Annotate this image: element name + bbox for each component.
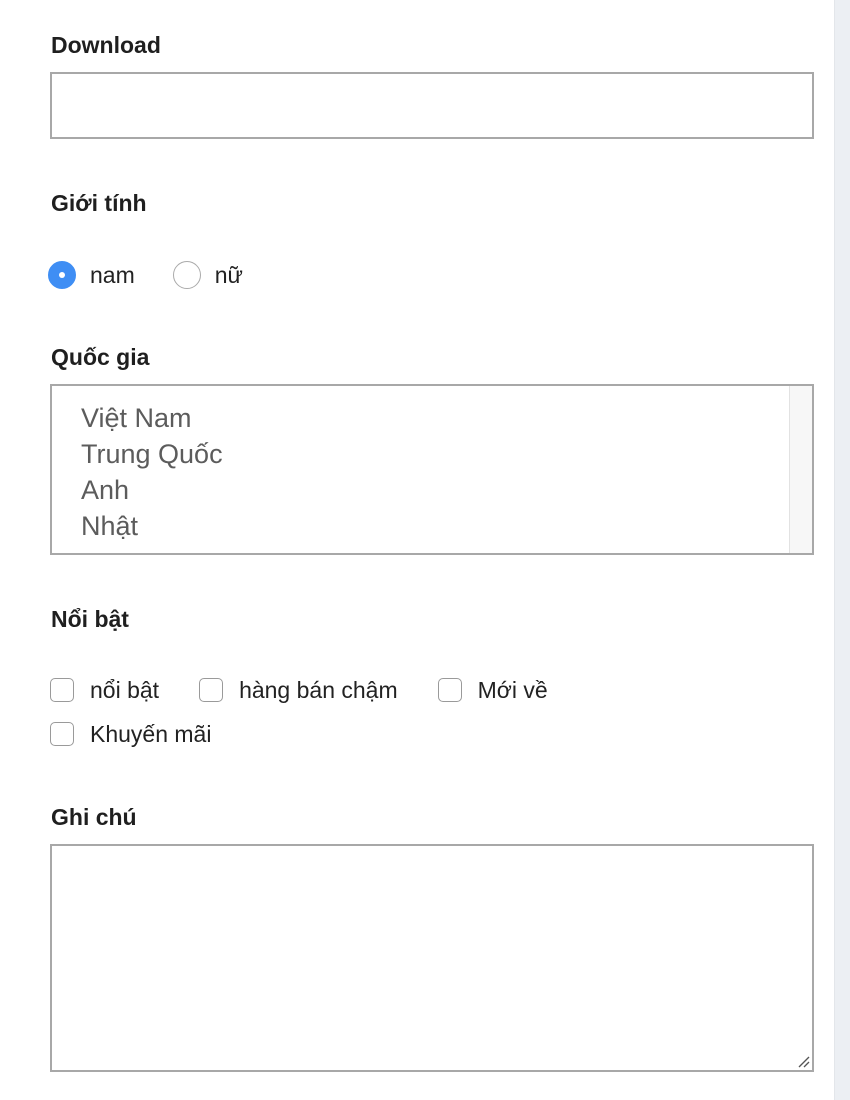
checkbox-option-featured[interactable]: nổi bật — [50, 677, 159, 704]
checkbox-option-new-arrival[interactable]: Mới về — [437, 676, 548, 704]
featured-checkbox-group: nổi bật hàng bán chậm Mới về Khuyến mãi — [50, 672, 750, 760]
country-option[interactable]: Trung Quốc — [81, 436, 812, 472]
radio-option-female[interactable]: nữ — [172, 261, 243, 289]
country-select[interactable]: Việt Nam Trung Quốc Anh Nhật — [50, 384, 814, 555]
country-option[interactable]: Anh — [81, 472, 812, 508]
country-select-scrollbar[interactable] — [789, 386, 812, 553]
country-label: Quốc gia — [51, 344, 150, 370]
resize-handle-icon[interactable] — [796, 1054, 810, 1068]
checkbox-featured[interactable] — [50, 678, 74, 702]
download-input[interactable] — [50, 72, 814, 139]
checkbox-featured-label: nổi bật — [90, 676, 160, 703]
notes-label: Ghi chú — [51, 804, 137, 830]
radio-female[interactable] — [172, 261, 201, 289]
checkbox-option-promotion[interactable]: Khuyến mãi — [50, 721, 211, 748]
checkbox-new-arrival-label: Mới về — [477, 676, 548, 703]
checkbox-slow-selling[interactable] — [199, 678, 224, 702]
checkbox-promotion-label: Khuyến mãi — [90, 720, 212, 747]
country-option[interactable]: Nhật — [81, 508, 812, 544]
download-label: Download — [51, 32, 161, 58]
page-scrollbar[interactable] — [834, 0, 850, 1100]
radio-male-label: nam — [90, 261, 135, 288]
radio-option-male[interactable]: nam — [48, 261, 135, 289]
gender-radio-group: nam nữ — [48, 259, 281, 291]
radio-female-label: nữ — [214, 261, 243, 288]
checkbox-promotion[interactable] — [50, 722, 74, 746]
checkbox-slow-selling-label: hàng bán chậm — [239, 676, 398, 703]
notes-textarea[interactable] — [50, 844, 814, 1072]
gender-label: Giới tính — [51, 190, 147, 216]
checkbox-option-slow-selling[interactable]: hàng bán chậm — [199, 677, 398, 704]
checkbox-new-arrival[interactable] — [437, 678, 462, 702]
country-option[interactable]: Việt Nam — [81, 400, 812, 436]
product-form-page: Download Giới tính nam nữ Quốc gia Việt … — [0, 0, 850, 1100]
country-options: Việt Nam Trung Quốc Anh Nhật — [52, 386, 812, 544]
featured-label: Nổi bật — [51, 606, 129, 632]
radio-male[interactable] — [48, 261, 76, 289]
